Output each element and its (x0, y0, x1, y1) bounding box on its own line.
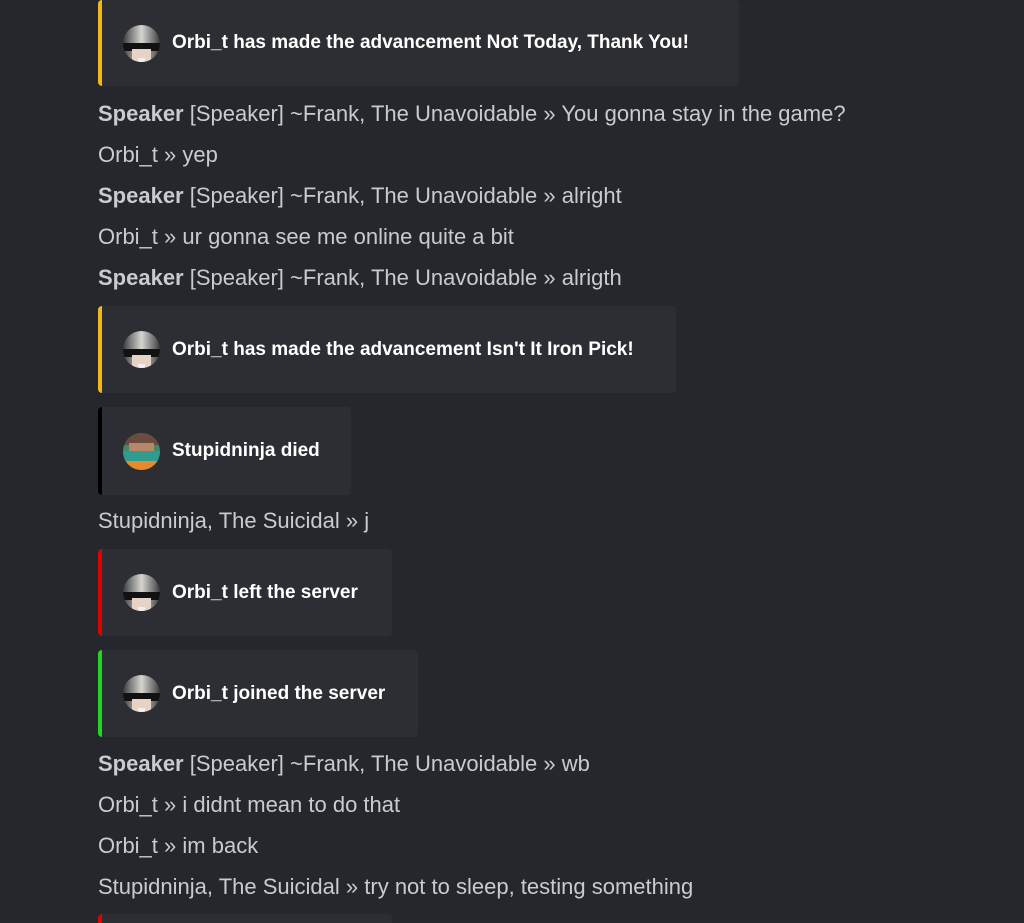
message-author: Stupidninja, The Suicidal (98, 508, 340, 533)
join-embed: Orbi_t joined the server (98, 650, 418, 737)
message-author: [Speaker] ~Frank, The Unavoidable (189, 101, 538, 126)
message-text: wb (561, 751, 590, 776)
message-speaker-tag: Speaker (98, 101, 184, 126)
death-embed: Stupidninja died (98, 407, 351, 495)
chat-message: Speaker [Speaker] ~Frank, The Unavoidabl… (98, 101, 846, 127)
message-separator: » (543, 101, 556, 126)
leave-embed: Orbi_t left the server (98, 549, 392, 636)
embed-text: Orbi_t has made the advancement Isn't It… (172, 338, 634, 360)
message-author: Orbi_t (98, 224, 158, 249)
chat-message: Speaker [Speaker] ~Frank, The Unavoidabl… (98, 265, 622, 291)
advancement-embed: Orbi_t has made the advancement Isn't It… (98, 306, 676, 393)
message-separator: » (164, 792, 177, 817)
chat-log: Orbi_t has made the advancement Not Toda… (0, 0, 1024, 923)
chat-message: Orbi_t » yep (98, 142, 218, 168)
embed-text: Orbi_t joined the server (172, 682, 386, 704)
message-separator: » (345, 508, 359, 533)
message-author: [Speaker] ~Frank, The Unavoidable (189, 751, 538, 776)
message-separator: » (543, 183, 556, 208)
message-author: Stupidninja, The Suicidal (98, 874, 340, 899)
chat-message: Orbi_t » im back (98, 833, 258, 859)
chat-message: Orbi_t » i didnt mean to do that (98, 792, 400, 818)
message-text: alrigth (561, 265, 622, 290)
message-author: Orbi_t (98, 792, 158, 817)
message-author: [Speaker] ~Frank, The Unavoidable (189, 265, 538, 290)
chat-message: Orbi_t » ur gonna see me online quite a … (98, 224, 514, 250)
stupidninja-avatar[interactable] (123, 432, 160, 470)
message-author: Orbi_t (98, 142, 158, 167)
message-author: Orbi_t (98, 833, 158, 858)
message-speaker-tag: Speaker (98, 265, 184, 290)
message-text: try not to sleep, testing something (364, 874, 694, 899)
message-text: yep (182, 142, 218, 167)
message-separator: » (164, 224, 177, 249)
orbi-t-avatar[interactable] (123, 675, 160, 712)
embed-text: Orbi_t has made the advancement Not Toda… (172, 32, 689, 53)
embed-text: Stupidninja died (172, 440, 320, 461)
orbi-t-avatar[interactable] (123, 331, 160, 368)
message-separator: » (345, 874, 359, 899)
message-text: i didnt mean to do that (182, 792, 401, 817)
orbi-t-avatar[interactable] (123, 574, 160, 611)
message-speaker-tag: Speaker (98, 183, 184, 208)
chat-message: Speaker [Speaker] ~Frank, The Unavoidabl… (98, 751, 590, 777)
message-separator: » (164, 833, 177, 858)
chat-message: Speaker [Speaker] ~Frank, The Unavoidabl… (98, 183, 622, 209)
message-text: alright (561, 183, 622, 208)
message-speaker-tag: Speaker (98, 751, 184, 776)
orbi-t-avatar[interactable] (123, 24, 160, 62)
message-text: ur gonna see me online quite a bit (182, 224, 514, 249)
message-author: [Speaker] ~Frank, The Unavoidable (189, 183, 538, 208)
chat-message: Stupidninja, The Suicidal » try not to s… (98, 874, 693, 900)
chat-message: Stupidninja, The Suicidal » j (98, 508, 369, 534)
message-separator: » (543, 265, 556, 290)
message-text: You gonna stay in the game? (561, 101, 846, 126)
leave-embed-partial (98, 914, 392, 923)
message-text: im back (182, 833, 259, 858)
message-text: j (364, 508, 370, 533)
message-separator: » (164, 142, 177, 167)
message-separator: » (543, 751, 556, 776)
advancement-embed: Orbi_t has made the advancement Not Toda… (98, 0, 739, 86)
embed-text: Orbi_t left the server (172, 581, 358, 603)
